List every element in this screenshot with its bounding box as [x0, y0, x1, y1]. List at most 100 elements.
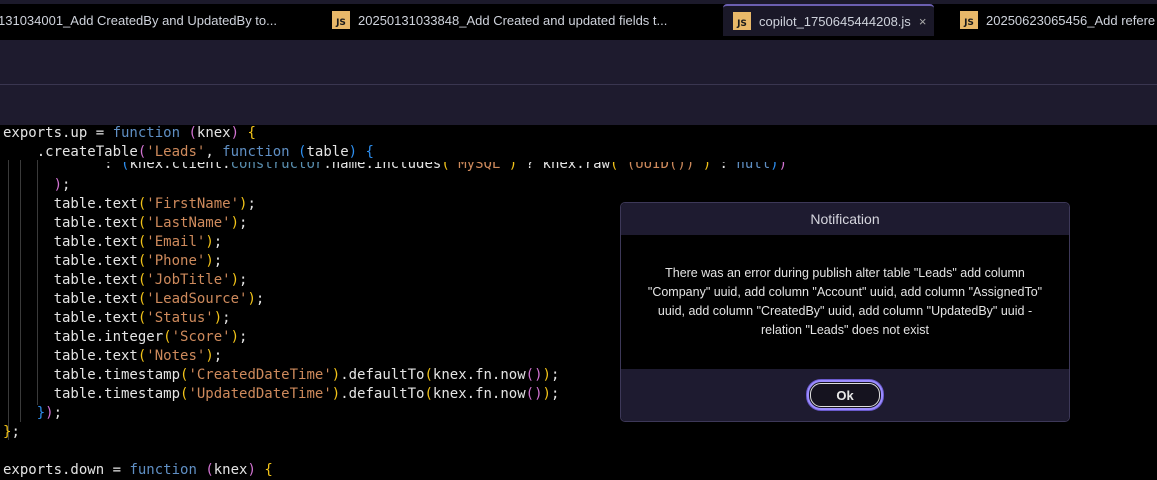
breadcrumb-bar — [0, 40, 1157, 85]
code-token: ) — [45, 405, 54, 421]
notification-dialog: Notification There was an error during p… — [620, 202, 1070, 422]
code-line: : ( knex.client.constructor.name.includes… — [3, 162, 787, 176]
tab-migration-createdby[interactable]: 131034001_Add CreatedBy and UpdatedBy to… — [0, 4, 277, 36]
code-token: { — [365, 144, 374, 160]
code-token: ) — [205, 348, 214, 364]
code-token: { — [264, 462, 273, 478]
code-token: knex.fn.now — [432, 367, 526, 383]
code-token: ) — [205, 234, 214, 250]
code-token: function — [129, 462, 197, 478]
code-token: table — [306, 144, 349, 160]
code-token: ; — [213, 348, 223, 364]
code-token: ; — [239, 329, 248, 345]
js-file-icon: JS — [733, 12, 751, 30]
code-token: { — [247, 125, 256, 141]
code-line: exports.up = function (knex) { — [3, 124, 787, 143]
code-token: 'CreatedDateTime' — [188, 367, 332, 383]
code-line: .createTable('Leads', function (table) { — [3, 143, 787, 162]
code-token: table.text — [3, 272, 138, 288]
tab-migration-add-reference[interactable]: JS 20250623065456_Add refere — [960, 4, 1155, 36]
code-token: 'UpdatedDateTime' — [188, 386, 332, 402]
ok-button[interactable]: Ok — [807, 380, 883, 410]
code-token: ; — [53, 405, 63, 421]
code-token: table.text — [3, 234, 138, 250]
code-token: 'MySQL' — [449, 162, 509, 172]
code-token: .defaultTo — [340, 386, 425, 402]
code-token: constructor — [230, 162, 324, 172]
code-token: ; — [247, 196, 256, 212]
tab-label: 20250623065456_Add refere — [986, 12, 1156, 28]
code-token: ) — [702, 162, 712, 172]
code-token: ) — [542, 367, 551, 383]
code-token: : — [711, 162, 737, 172]
code-token: ( — [424, 367, 433, 383]
code-token: ; — [222, 310, 231, 326]
code-token: ; — [213, 234, 223, 250]
code-token: exports.down = — [3, 462, 130, 478]
code-token: ( — [205, 462, 214, 478]
js-file-icon: JS — [960, 11, 978, 29]
dialog-footer: Ok — [621, 369, 1069, 421]
code-token: 'FirstName' — [146, 196, 240, 212]
code-token: ) — [542, 386, 551, 402]
code-token: ; — [255, 291, 265, 307]
code-token: ? knex.raw — [517, 162, 610, 172]
code-token: ) — [230, 329, 240, 345]
code-token: () — [525, 367, 543, 383]
code-token: ) — [331, 386, 341, 402]
code-token: 'LastName' — [146, 215, 231, 231]
code-token: } — [36, 405, 46, 421]
code-token: 'Leads' — [146, 144, 206, 160]
code-token: 'Notes' — [146, 348, 206, 364]
editor-toolbar — [0, 85, 1157, 125]
dialog-title: Notification — [621, 203, 1069, 235]
code-token: table.timestamp — [3, 386, 181, 402]
code-token: table.text — [3, 310, 138, 326]
code-token: knex — [196, 125, 231, 141]
code-token: table.timestamp — [3, 367, 181, 383]
code-token: '(UUID())' — [618, 162, 703, 172]
code-token: ) — [230, 272, 240, 288]
code-line: exports.down = function (knex) { — [3, 461, 787, 480]
close-tab-icon[interactable]: × — [919, 14, 927, 29]
code-token: ) — [247, 462, 256, 478]
code-token: ) — [53, 177, 63, 193]
code-token: : — [3, 162, 122, 172]
code-token: ( — [188, 125, 197, 141]
dialog-message: There was an error during publish alter … — [647, 266, 1043, 337]
code-token: , — [205, 144, 223, 160]
code-token: function — [112, 125, 181, 141]
code-token: 'JobTitle' — [146, 272, 231, 288]
tab-migration-created-updated[interactable]: JS 20250131033848_Add Created and update… — [332, 4, 667, 36]
code-token: 'Status' — [146, 310, 214, 326]
code-token: function — [222, 144, 290, 160]
code-token: table.text — [3, 253, 138, 269]
code-token: 'Email' — [146, 234, 206, 250]
code-token: 'Score' — [171, 329, 231, 345]
code-token: ) — [331, 367, 341, 383]
code-token: table.integer — [3, 329, 164, 345]
code-token: ) — [230, 215, 240, 231]
code-token: knex.client. — [129, 162, 231, 172]
code-token: ) — [770, 162, 779, 172]
code-token: ) — [205, 253, 214, 269]
code-token: ( — [441, 162, 450, 172]
code-token: ; — [213, 253, 223, 269]
code-token: 'Phone' — [146, 253, 206, 269]
tab-label: copilot_1750645444208.js — [759, 13, 911, 29]
code-token: knex — [213, 462, 248, 478]
code-token: ) — [213, 310, 223, 326]
code-token: .createTable — [3, 144, 138, 160]
code-token: ; — [550, 367, 560, 383]
code-token: .defaultTo — [340, 367, 425, 383]
code-token: .name.includes — [323, 162, 442, 172]
code-token: ; — [11, 424, 20, 440]
tab-label: 131034001_Add CreatedBy and UpdatedBy to… — [0, 12, 277, 28]
tab-copilot-js[interactable]: JS copilot_1750645444208.js × — [723, 4, 935, 36]
code-token: null — [736, 162, 771, 172]
